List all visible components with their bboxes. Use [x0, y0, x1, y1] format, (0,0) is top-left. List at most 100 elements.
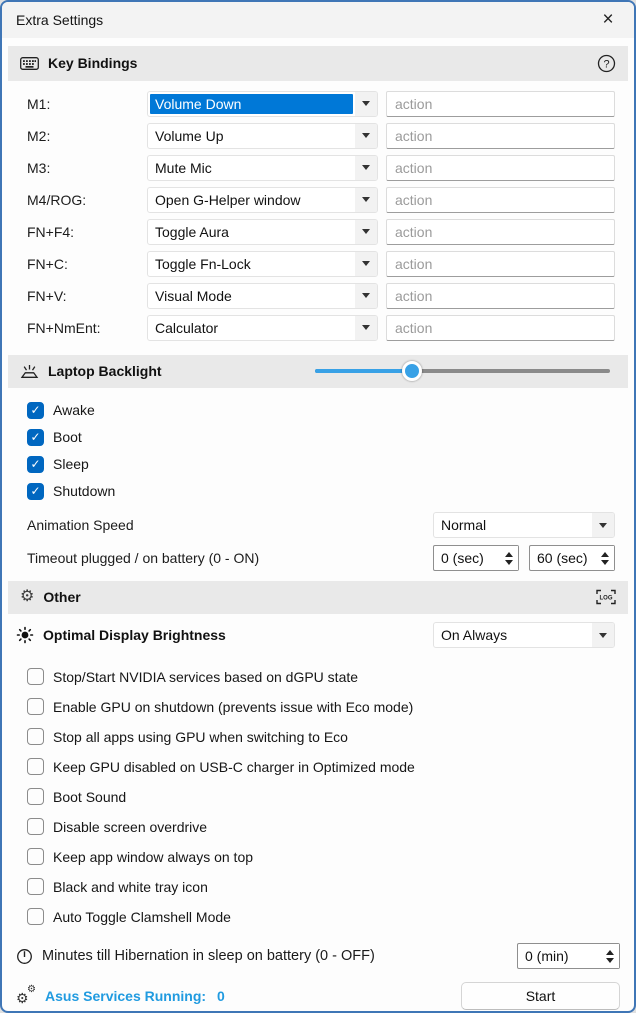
- checkbox-icon: ✓: [27, 878, 44, 895]
- checkbox-nvidia-services[interactable]: ✓ Stop/Start NVIDIA services based on dG…: [27, 662, 615, 692]
- checkbox-icon: ✓: [27, 728, 44, 745]
- keybinding-row-m2: M2: Volume Up: [27, 123, 615, 149]
- checkbox-icon: ✓: [27, 402, 44, 419]
- keybinding-row-m1: M1: Volume Down: [27, 91, 615, 117]
- optimal-brightness-select[interactable]: On Always: [433, 622, 615, 648]
- close-icon[interactable]: ×: [592, 6, 624, 34]
- chevron-down-icon[interactable]: [355, 316, 377, 340]
- chevron-down-icon[interactable]: [355, 124, 377, 148]
- slider-track[interactable]: [315, 369, 610, 373]
- log-icon[interactable]: LOG: [596, 589, 616, 605]
- keybinding-select-m1[interactable]: Volume Down: [147, 91, 378, 117]
- keybinding-row-m4: M4/ROG: Open G-Helper window: [27, 187, 615, 213]
- checkbox-boot[interactable]: ✓ Boot: [27, 424, 615, 451]
- checkbox-icon: ✓: [27, 818, 44, 835]
- checkbox-gpu-shutdown[interactable]: ✓ Enable GPU on shutdown (prevents issue…: [27, 692, 615, 722]
- keybinding-action-input-fnf4[interactable]: [386, 219, 615, 245]
- checkmark-icon: ✓: [30, 404, 40, 416]
- asus-services-count: 0: [217, 988, 225, 1004]
- other-header: ⚙ Other LOG: [8, 581, 628, 614]
- keybinding-select-m4[interactable]: Open G-Helper window: [147, 187, 378, 213]
- chevron-down-icon[interactable]: [355, 284, 377, 308]
- other-title: Other: [43, 589, 80, 605]
- checkbox-screen-overdrive[interactable]: ✓ Disable screen overdrive: [27, 812, 615, 842]
- chevron-down-icon[interactable]: [355, 188, 377, 212]
- spinner-arrows[interactable]: [500, 546, 518, 570]
- keybinding-label: M2:: [27, 128, 147, 144]
- keybinding-action-input-m3[interactable]: [386, 155, 615, 181]
- extra-settings-window: Extra Settings × Key Bindings ?: [0, 0, 636, 1013]
- animation-speed-select[interactable]: Normal: [433, 512, 615, 538]
- checkmark-icon: ✓: [30, 485, 40, 497]
- spinner-up-icon: [606, 950, 614, 955]
- checkbox-icon: ✓: [27, 429, 44, 446]
- asus-services-label: Asus Services Running:: [45, 988, 206, 1004]
- checkbox-icon: ✓: [27, 848, 44, 865]
- spinner-down-icon: [606, 958, 614, 963]
- checkbox-stop-gpu-apps[interactable]: ✓ Stop all apps using GPU when switching…: [27, 722, 615, 752]
- hibernation-row: Minutes till Hibernation in sleep on bat…: [2, 942, 634, 971]
- checkmark-icon: ✓: [30, 458, 40, 470]
- start-services-button[interactable]: Start: [461, 982, 620, 1010]
- keybinding-row-m3: M3: Mute Mic: [27, 155, 615, 181]
- spinner-arrows[interactable]: [596, 546, 614, 570]
- backlight-slider[interactable]: [315, 360, 610, 382]
- keybinding-row-fnv: FN+V: Visual Mode: [27, 283, 615, 309]
- svg-text:?: ?: [603, 58, 609, 70]
- checkbox-icon: ✓: [27, 788, 44, 805]
- checkbox-always-on-top[interactable]: ✓ Keep app window always on top: [27, 842, 615, 872]
- checkbox-icon: ✓: [27, 758, 44, 775]
- chevron-down-icon[interactable]: [355, 252, 377, 276]
- window-title: Extra Settings: [16, 12, 103, 28]
- keybinding-action-input-m1[interactable]: [386, 91, 615, 117]
- timeout-label: Timeout plugged / on battery (0 - ON): [27, 550, 259, 566]
- keybinding-action-input-m2[interactable]: [386, 123, 615, 149]
- keybinding-select-m2[interactable]: Volume Up: [147, 123, 378, 149]
- checkbox-bw-tray-icon[interactable]: ✓ Black and white tray icon: [27, 872, 615, 902]
- svg-text:LOG: LOG: [600, 596, 613, 602]
- spinner-up-icon: [505, 552, 513, 557]
- chevron-down-icon[interactable]: [592, 513, 614, 537]
- keybinding-label: FN+C:: [27, 256, 147, 272]
- keybinding-select-fnv[interactable]: Visual Mode: [147, 283, 378, 309]
- chevron-down-icon[interactable]: [355, 220, 377, 244]
- checkbox-awake[interactable]: ✓ Awake: [27, 397, 615, 424]
- key-bindings-list: M1: Volume Down M2: Volume Up M3: Mute M…: [2, 81, 634, 347]
- checkbox-usbc-gpu-disabled[interactable]: ✓ Keep GPU disabled on USB-C charger in …: [27, 752, 615, 782]
- keybinding-label: FN+NmEnt:: [27, 320, 147, 336]
- timeout-battery-spinner[interactable]: 60 (sec): [529, 545, 615, 571]
- keybinding-action-input-fnnment[interactable]: [386, 315, 615, 341]
- checkbox-sleep[interactable]: ✓ Sleep: [27, 451, 615, 478]
- checkbox-boot-sound[interactable]: ✓ Boot Sound: [27, 782, 615, 812]
- keybinding-row-fnc: FN+C: Toggle Fn-Lock: [27, 251, 615, 277]
- chevron-down-icon[interactable]: [355, 156, 377, 180]
- keybinding-action-input-fnv[interactable]: [386, 283, 615, 309]
- keybinding-label: M3:: [27, 160, 147, 176]
- keybinding-select-fnf4[interactable]: Toggle Aura: [147, 219, 378, 245]
- backlight-slider-thumb[interactable]: [402, 361, 422, 381]
- chevron-down-icon[interactable]: [592, 623, 614, 647]
- backlight-timeout-row: Timeout plugged / on battery (0 - ON) 0 …: [2, 544, 634, 573]
- brightness-sun-icon: [16, 626, 34, 644]
- checkbox-clamshell-mode[interactable]: ✓ Auto Toggle Clamshell Mode: [27, 902, 615, 932]
- backlight-checkbox-group: ✓ Awake ✓ Boot ✓ Sleep ✓ Shutdown: [2, 388, 634, 507]
- animation-speed-row: Animation Speed Normal: [2, 511, 634, 540]
- hibernation-spinner[interactable]: 0 (min): [517, 943, 620, 969]
- checkbox-shutdown[interactable]: ✓ Shutdown: [27, 478, 615, 505]
- timeout-plugged-spinner[interactable]: 0 (sec): [433, 545, 519, 571]
- keybinding-select-fnc[interactable]: Toggle Fn-Lock: [147, 251, 378, 277]
- keybinding-action-input-m4[interactable]: [386, 187, 615, 213]
- optimal-brightness-row: Optimal Display Brightness On Always: [2, 618, 634, 653]
- spinner-up-icon: [601, 552, 609, 557]
- keybinding-select-fnnment[interactable]: Calculator: [147, 315, 378, 341]
- spinner-arrows[interactable]: [601, 944, 619, 968]
- gear-icon: ⚙: [20, 589, 34, 605]
- chevron-down-icon[interactable]: [355, 92, 377, 116]
- power-icon: [16, 948, 33, 965]
- checkbox-icon: ✓: [27, 698, 44, 715]
- keybinding-action-input-fnc[interactable]: [386, 251, 615, 277]
- keybinding-label: M1:: [27, 96, 147, 112]
- help-icon[interactable]: ?: [597, 54, 616, 73]
- keybinding-row-fnnment: FN+NmEnt: Calculator: [27, 315, 615, 341]
- keybinding-select-m3[interactable]: Mute Mic: [147, 155, 378, 181]
